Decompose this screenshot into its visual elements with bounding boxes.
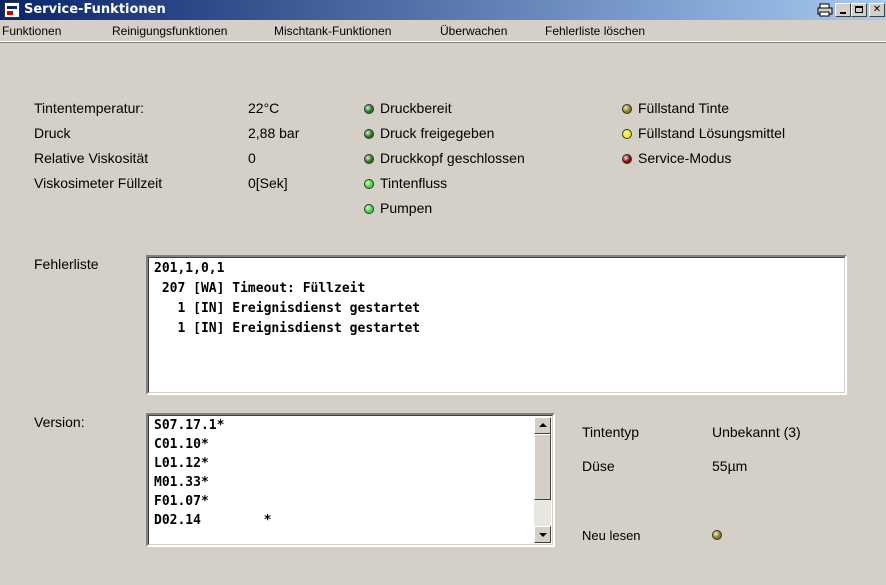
menu-ueberwachen[interactable]: Überwachen bbox=[440, 24, 507, 38]
scroll-up-button[interactable] bbox=[534, 417, 551, 434]
version-line: M01.33* bbox=[154, 475, 209, 490]
fehlerliste-label: Fehlerliste bbox=[34, 256, 99, 272]
status-led bbox=[364, 104, 374, 114]
status-label-service-modus: Service-Modus bbox=[638, 150, 732, 166]
reading-value-temperature: 22°C bbox=[248, 100, 280, 116]
neu-lesen-led[interactable] bbox=[712, 530, 722, 540]
reading-value-fill-time: 0[Sek] bbox=[248, 175, 288, 191]
arrow-up-icon bbox=[539, 423, 547, 427]
menu-fehlerliste-loeschen[interactable]: Fehlerliste löschen bbox=[545, 24, 645, 38]
version-textbox[interactable]: S07.17.1* C01.10* L01.12* M01.33* F01.07… bbox=[146, 413, 555, 547]
status-led bbox=[622, 129, 632, 139]
fehlerliste-line: 1 [IN] Ereignisdienst gestartet bbox=[154, 301, 421, 316]
close-icon: ✕ bbox=[872, 4, 882, 15]
status-label-pumpen: Pumpen bbox=[380, 200, 433, 216]
version-line: S07.17.1* bbox=[154, 418, 225, 433]
reading-label-viscosity: Relative Viskosität bbox=[34, 150, 149, 166]
status-led bbox=[364, 129, 374, 139]
fehlerliste-line: 201,1,0,1 bbox=[154, 261, 225, 276]
maximize-button[interactable] bbox=[851, 3, 867, 17]
scroll-thumb[interactable] bbox=[534, 434, 551, 500]
fehlerliste-textbox[interactable]: 201,1,0,1 207 [WA] Timeout: Füllzeit 1 [… bbox=[146, 255, 847, 395]
reading-label-fill-time: Viskosimeter Füllzeit bbox=[34, 175, 163, 191]
close-button[interactable]: ✕ bbox=[869, 3, 885, 17]
scroll-down-button[interactable] bbox=[534, 526, 551, 543]
status-led bbox=[622, 154, 632, 164]
status-led bbox=[364, 204, 374, 214]
fehlerliste-line: 1 [IN] Ereignisdienst gestartet bbox=[154, 321, 421, 336]
arrow-down-icon bbox=[539, 533, 547, 537]
reading-label-pressure: Druck bbox=[34, 125, 71, 141]
info-label-duese: Düse bbox=[582, 458, 615, 474]
status-label-fuellstand-tinte: Füllstand Tinte bbox=[638, 100, 730, 116]
reading-value-pressure: 2,88 bar bbox=[248, 125, 300, 141]
menu-reinigungsfunktionen[interactable]: Reinigungsfunktionen bbox=[112, 24, 227, 38]
version-label: Version: bbox=[34, 414, 85, 430]
status-label-druckbereit: Druckbereit bbox=[380, 100, 452, 116]
status-label-druck-freigegeben: Druck freigegeben bbox=[380, 125, 495, 141]
version-line: L01.12* bbox=[154, 456, 209, 471]
window-title: Service-Funktionen bbox=[24, 2, 166, 17]
info-value-duese: 55µm bbox=[712, 458, 748, 474]
status-label-fuellstand-loesungsmittel: Füllstand Lösungsmittel bbox=[638, 125, 786, 141]
service-window: Service-Funktionen ✕ Funktionen Reinigun… bbox=[0, 0, 886, 585]
maximize-icon bbox=[855, 6, 863, 13]
fehlerliste-line: 207 [WA] Timeout: Füllzeit bbox=[154, 281, 366, 296]
app-icon[interactable] bbox=[4, 2, 20, 18]
reading-value-viscosity: 0 bbox=[248, 150, 256, 166]
info-value-tintentyp: Unbekannt (3) bbox=[712, 424, 801, 440]
neu-lesen-label[interactable]: Neu lesen bbox=[582, 528, 641, 543]
version-scrollbar[interactable] bbox=[534, 417, 551, 543]
status-led bbox=[364, 179, 374, 189]
menu-bar: Funktionen Reinigungsfunktionen Mischtan… bbox=[0, 21, 886, 42]
info-label-tintentyp: Tintentyp bbox=[582, 424, 640, 440]
status-led bbox=[364, 154, 374, 164]
version-line: C01.10* bbox=[154, 437, 209, 452]
status-label-tintenfluss: Tintenfluss bbox=[380, 175, 448, 191]
status-label-druckkopf: Druckkopf geschlossen bbox=[380, 150, 525, 166]
version-line: F01.07* bbox=[154, 494, 209, 509]
title-bar[interactable]: Service-Funktionen ✕ bbox=[0, 0, 886, 20]
minimize-button[interactable] bbox=[835, 3, 851, 17]
menu-mischtank-funktionen[interactable]: Mischtank-Funktionen bbox=[274, 24, 391, 38]
menu-funktionen[interactable]: Funktionen bbox=[2, 24, 61, 38]
minimize-icon bbox=[840, 12, 846, 14]
printer-icon[interactable] bbox=[817, 3, 833, 17]
reading-label-temperature: Tintentemperatur: bbox=[34, 100, 144, 116]
version-line: D02.14 * bbox=[154, 513, 272, 528]
status-led bbox=[622, 104, 632, 114]
